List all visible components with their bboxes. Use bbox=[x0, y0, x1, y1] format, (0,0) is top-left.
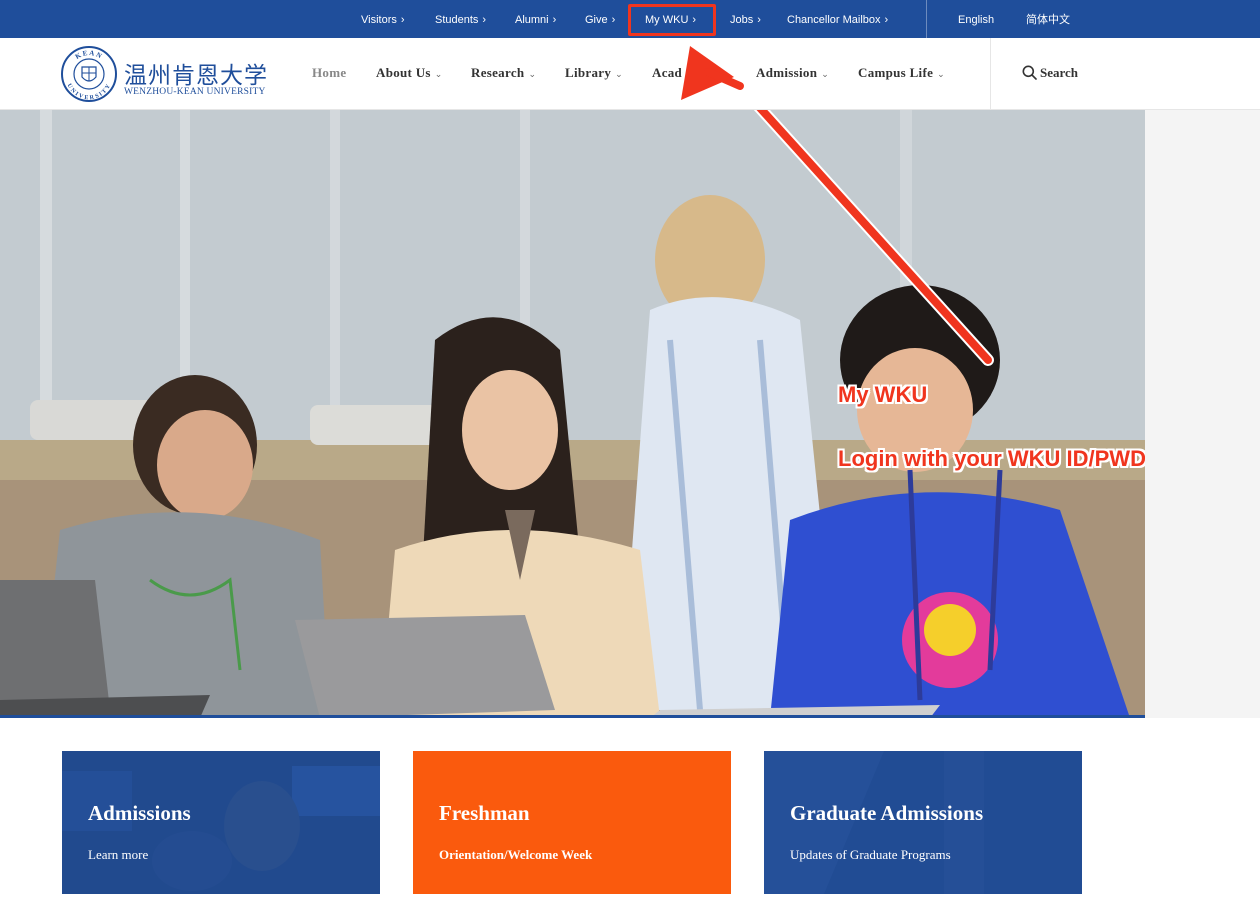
chevron-right-icon: › bbox=[611, 14, 616, 26]
topbar-link-alumni[interactable]: Alumni › bbox=[515, 0, 556, 38]
side-panel bbox=[1145, 110, 1260, 718]
card-subtitle: Orientation/Welcome Week bbox=[439, 847, 593, 862]
annotation-highlight-box bbox=[628, 4, 716, 36]
chevron-down-icon: ⌄ bbox=[528, 69, 537, 79]
chevron-down-icon: ⌄ bbox=[434, 69, 443, 79]
search-icon bbox=[1022, 65, 1037, 80]
topbar-divider bbox=[926, 0, 927, 38]
site-header: KEAN UNIVERSITY 温州肯恩大学 WENZHOU-KEAN UNIV… bbox=[0, 38, 1260, 110]
card-subtitle: Updates of Graduate Programs bbox=[790, 847, 951, 862]
chevron-down-icon: ⌄ bbox=[718, 69, 727, 79]
nav-research[interactable]: Research ⌄ bbox=[471, 38, 536, 110]
header-divider bbox=[990, 38, 991, 110]
chevron-right-icon: › bbox=[552, 14, 557, 26]
card-subtitle: Learn more bbox=[88, 847, 149, 862]
language-english[interactable]: English bbox=[958, 0, 994, 38]
university-seal-icon: KEAN UNIVERSITY bbox=[61, 46, 117, 102]
topbar-link-give[interactable]: Give › bbox=[585, 0, 615, 38]
chevron-down-icon: ⌄ bbox=[615, 69, 623, 79]
chevron-right-icon: › bbox=[757, 14, 761, 26]
topbar-link-chancellor-mailbox[interactable]: Chancellor Mailbox › bbox=[787, 0, 888, 38]
chevron-right-icon: › bbox=[400, 14, 405, 26]
svg-text:UNIVERSITY: UNIVERSITY bbox=[66, 83, 113, 101]
card-freshman[interactable]: Freshman Orientation/Welcome Week bbox=[413, 751, 731, 894]
chevron-right-icon: › bbox=[482, 14, 487, 26]
logo-english-name: WENZHOU-KEAN UNIVERSITY bbox=[124, 87, 266, 97]
logo-chinese-name: 温州肯恩大学 bbox=[124, 63, 268, 89]
nav-about-us[interactable]: About Us ⌄ bbox=[376, 38, 443, 110]
card-title: Admissions bbox=[88, 801, 191, 825]
card-graduate-admissions[interactable]: Graduate Admissions Updates of Graduate … bbox=[764, 751, 1082, 894]
language-chinese[interactable]: 简体中文 bbox=[1026, 0, 1070, 38]
card-title: Freshman bbox=[439, 801, 530, 825]
card-title: Graduate Admissions bbox=[790, 801, 984, 825]
nav-academics[interactable]: Academics ⌄ bbox=[652, 38, 726, 110]
chevron-right-icon: › bbox=[884, 14, 889, 26]
nav-admission[interactable]: Admission ⌄ bbox=[756, 38, 829, 110]
annotation-subtitle: Login with your WKU ID/PWD bbox=[838, 446, 1145, 471]
topbar-link-visitors[interactable]: Visitors › bbox=[361, 0, 405, 38]
card-admissions[interactable]: Admissions Learn more bbox=[62, 751, 380, 894]
topbar-link-students[interactable]: Students › bbox=[435, 0, 486, 38]
topbar-link-jobs[interactable]: Jobs › bbox=[730, 0, 761, 38]
chevron-down-icon: ⌄ bbox=[937, 69, 946, 79]
annotation-title: My WKU bbox=[838, 382, 928, 407]
search-button[interactable]: Search bbox=[1022, 38, 1078, 110]
hero-image: My WKU Login with your WKU ID/PWD bbox=[0, 110, 1145, 718]
annotation-arrow bbox=[753, 110, 994, 366]
chevron-down-icon: ⌄ bbox=[821, 69, 830, 79]
seal-bottom-text: UNIVERSITY bbox=[66, 83, 112, 101]
nav-campus-life[interactable]: Campus Life ⌄ bbox=[858, 38, 945, 110]
nav-library[interactable]: Library ⌄ bbox=[565, 38, 623, 110]
university-logo[interactable]: KEAN UNIVERSITY 温州肯恩大学 WENZHOU-KEAN UNIV… bbox=[60, 46, 272, 102]
nav-home[interactable]: Home bbox=[312, 38, 346, 110]
hero-bottom-line bbox=[0, 715, 1145, 718]
